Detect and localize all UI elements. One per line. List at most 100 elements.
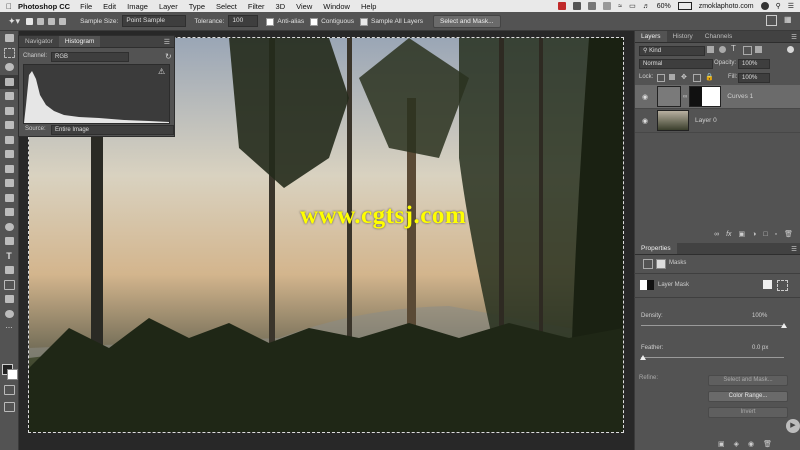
add-mask-icon[interactable]: ▣: [739, 230, 746, 238]
lock-all-icon[interactable]: 🔒: [705, 73, 714, 81]
volume-icon[interactable]: ♬: [643, 3, 650, 10]
dodge-tool-icon[interactable]: [0, 220, 18, 235]
menu-type[interactable]: Type: [189, 2, 205, 11]
wifi-icon[interactable]: ≈: [618, 3, 622, 10]
filter-kind-select[interactable]: ⚲ Kind: [639, 46, 705, 56]
add-selection-icon[interactable]: [37, 17, 45, 25]
filter-adjustment-icon[interactable]: [719, 46, 726, 53]
tab-history[interactable]: History: [667, 31, 699, 42]
tab-layers[interactable]: Layers: [635, 31, 667, 42]
menu-view[interactable]: View: [296, 2, 312, 11]
channel-select[interactable]: RGB: [51, 52, 129, 62]
quick-mask-icon[interactable]: [0, 383, 18, 398]
notification-center-icon[interactable]: ☰: [788, 2, 794, 10]
contiguous-checkbox[interactable]: [310, 18, 319, 26]
trash-icon[interactable]: 🗑: [784, 230, 793, 238]
menu-3d[interactable]: 3D: [276, 2, 286, 11]
warning-icon[interactable]: ⚠: [158, 67, 165, 76]
zoom-tool-icon[interactable]: [0, 307, 18, 322]
curves-adjustment-thumbnail[interactable]: [657, 86, 681, 107]
add-vector-mask-icon[interactable]: [777, 280, 788, 291]
filter-type-icon[interactable]: T: [731, 44, 736, 53]
eyedropper-tool-icon[interactable]: [0, 104, 18, 119]
clone-stamp-tool-icon[interactable]: [0, 147, 18, 162]
group-icon[interactable]: □: [763, 231, 767, 238]
account-name[interactable]: zmoklaphoto.com: [699, 3, 754, 10]
apple-icon[interactable]: : [0, 2, 18, 11]
feather-slider-thumb[interactable]: [640, 355, 646, 360]
crop-tool-icon[interactable]: [0, 89, 18, 104]
link-layers-icon[interactable]: ∞: [714, 231, 719, 238]
rectangle-tool-icon[interactable]: [0, 278, 18, 293]
subtract-selection-icon[interactable]: [48, 17, 56, 25]
feather-slider-track[interactable]: [641, 357, 784, 358]
density-slider-thumb[interactable]: [781, 323, 787, 328]
healing-brush-tool-icon[interactable]: [0, 118, 18, 133]
layer-row[interactable]: ◉ Layer 0: [635, 109, 800, 133]
refresh-icon[interactable]: ↻: [165, 52, 172, 61]
mask-properties-icon[interactable]: [656, 259, 666, 269]
panel-menu-icon[interactable]: ☰: [791, 245, 797, 253]
history-brush-tool-icon[interactable]: [0, 162, 18, 177]
airplay-icon[interactable]: ▭: [629, 2, 636, 10]
eraser-tool-icon[interactable]: [0, 176, 18, 191]
workspace-menu-icon[interactable]: ▦: [784, 15, 792, 24]
sample-size-select[interactable]: Point Sample: [122, 15, 187, 27]
anti-alias-checkbox[interactable]: [266, 18, 275, 26]
adjustment-properties-icon[interactable]: [643, 259, 653, 269]
trash-icon[interactable]: 🗑: [763, 440, 772, 448]
hand-tool-icon[interactable]: [0, 292, 18, 307]
app-status-icon[interactable]: [558, 2, 567, 10]
battery-percent[interactable]: 60%: [657, 3, 671, 10]
menu-layer[interactable]: Layer: [159, 2, 178, 11]
chain-link-icon[interactable]: ∞: [683, 94, 687, 100]
layer-thumbnail[interactable]: [657, 110, 689, 131]
path-selection-tool-icon[interactable]: [0, 263, 18, 278]
filter-toggle-icon[interactable]: [787, 46, 794, 53]
filter-smart-object-icon[interactable]: [755, 46, 762, 53]
blend-mode-select[interactable]: Normal: [639, 59, 713, 69]
apply-mask-icon[interactable]: ◈: [734, 440, 739, 448]
select-and-mask-button[interactable]: Select and Mask...: [433, 14, 501, 28]
pen-tool-icon[interactable]: [0, 234, 18, 249]
menu-window[interactable]: Window: [323, 2, 350, 11]
app-status-icon[interactable]: [573, 2, 582, 10]
adjustment-layer-icon[interactable]: ◑: [752, 231, 756, 238]
lock-position-icon[interactable]: ✥: [681, 73, 687, 81]
new-selection-icon[interactable]: [26, 17, 34, 25]
layer-name[interactable]: Layer 0: [695, 117, 717, 124]
invert-button[interactable]: Invert: [708, 407, 788, 418]
panel-menu-icon[interactable]: ☰: [791, 33, 797, 41]
background-color-swatch[interactable]: [7, 369, 18, 380]
opacity-input[interactable]: 100%: [738, 59, 770, 69]
play-icon[interactable]: ▶: [786, 419, 800, 433]
tab-navigator[interactable]: Navigator: [19, 36, 59, 47]
search-icon[interactable]: ⚲: [776, 2, 781, 10]
select-and-mask-button[interactable]: Select and Mask...: [708, 375, 788, 386]
menu-filter[interactable]: Filter: [248, 2, 265, 11]
app-menu[interactable]: Photoshop CC: [18, 2, 70, 11]
menu-edit[interactable]: Edit: [103, 2, 116, 11]
user-icon[interactable]: [760, 2, 769, 10]
workspace-icon[interactable]: [766, 15, 777, 26]
visibility-eye-icon[interactable]: ◉: [641, 93, 649, 101]
lasso-tool-icon[interactable]: [0, 60, 18, 75]
tab-histogram[interactable]: Histogram: [58, 36, 101, 47]
battery-icon[interactable]: [677, 2, 692, 10]
app-status-icon[interactable]: [588, 2, 597, 10]
intersect-selection-icon[interactable]: [59, 17, 67, 25]
marquee-tool-icon[interactable]: [0, 46, 18, 61]
layer-row[interactable]: ◉ ∞ Curves 1: [635, 85, 800, 109]
menu-file[interactable]: File: [80, 2, 92, 11]
select-pixel-mask-icon[interactable]: [763, 280, 772, 289]
filter-pixel-icon[interactable]: [707, 46, 714, 53]
menu-image[interactable]: Image: [127, 2, 148, 11]
color-range-button[interactable]: Color Range...: [708, 391, 788, 402]
panel-menu-icon[interactable]: ☰: [164, 38, 170, 46]
visibility-eye-icon[interactable]: ◉: [641, 117, 649, 125]
brush-tool-icon[interactable]: [0, 133, 18, 148]
feather-value[interactable]: 0.0 px: [752, 345, 768, 351]
move-tool-icon[interactable]: [0, 31, 18, 46]
blur-tool-icon[interactable]: [0, 205, 18, 220]
density-value[interactable]: 100%: [752, 313, 767, 319]
